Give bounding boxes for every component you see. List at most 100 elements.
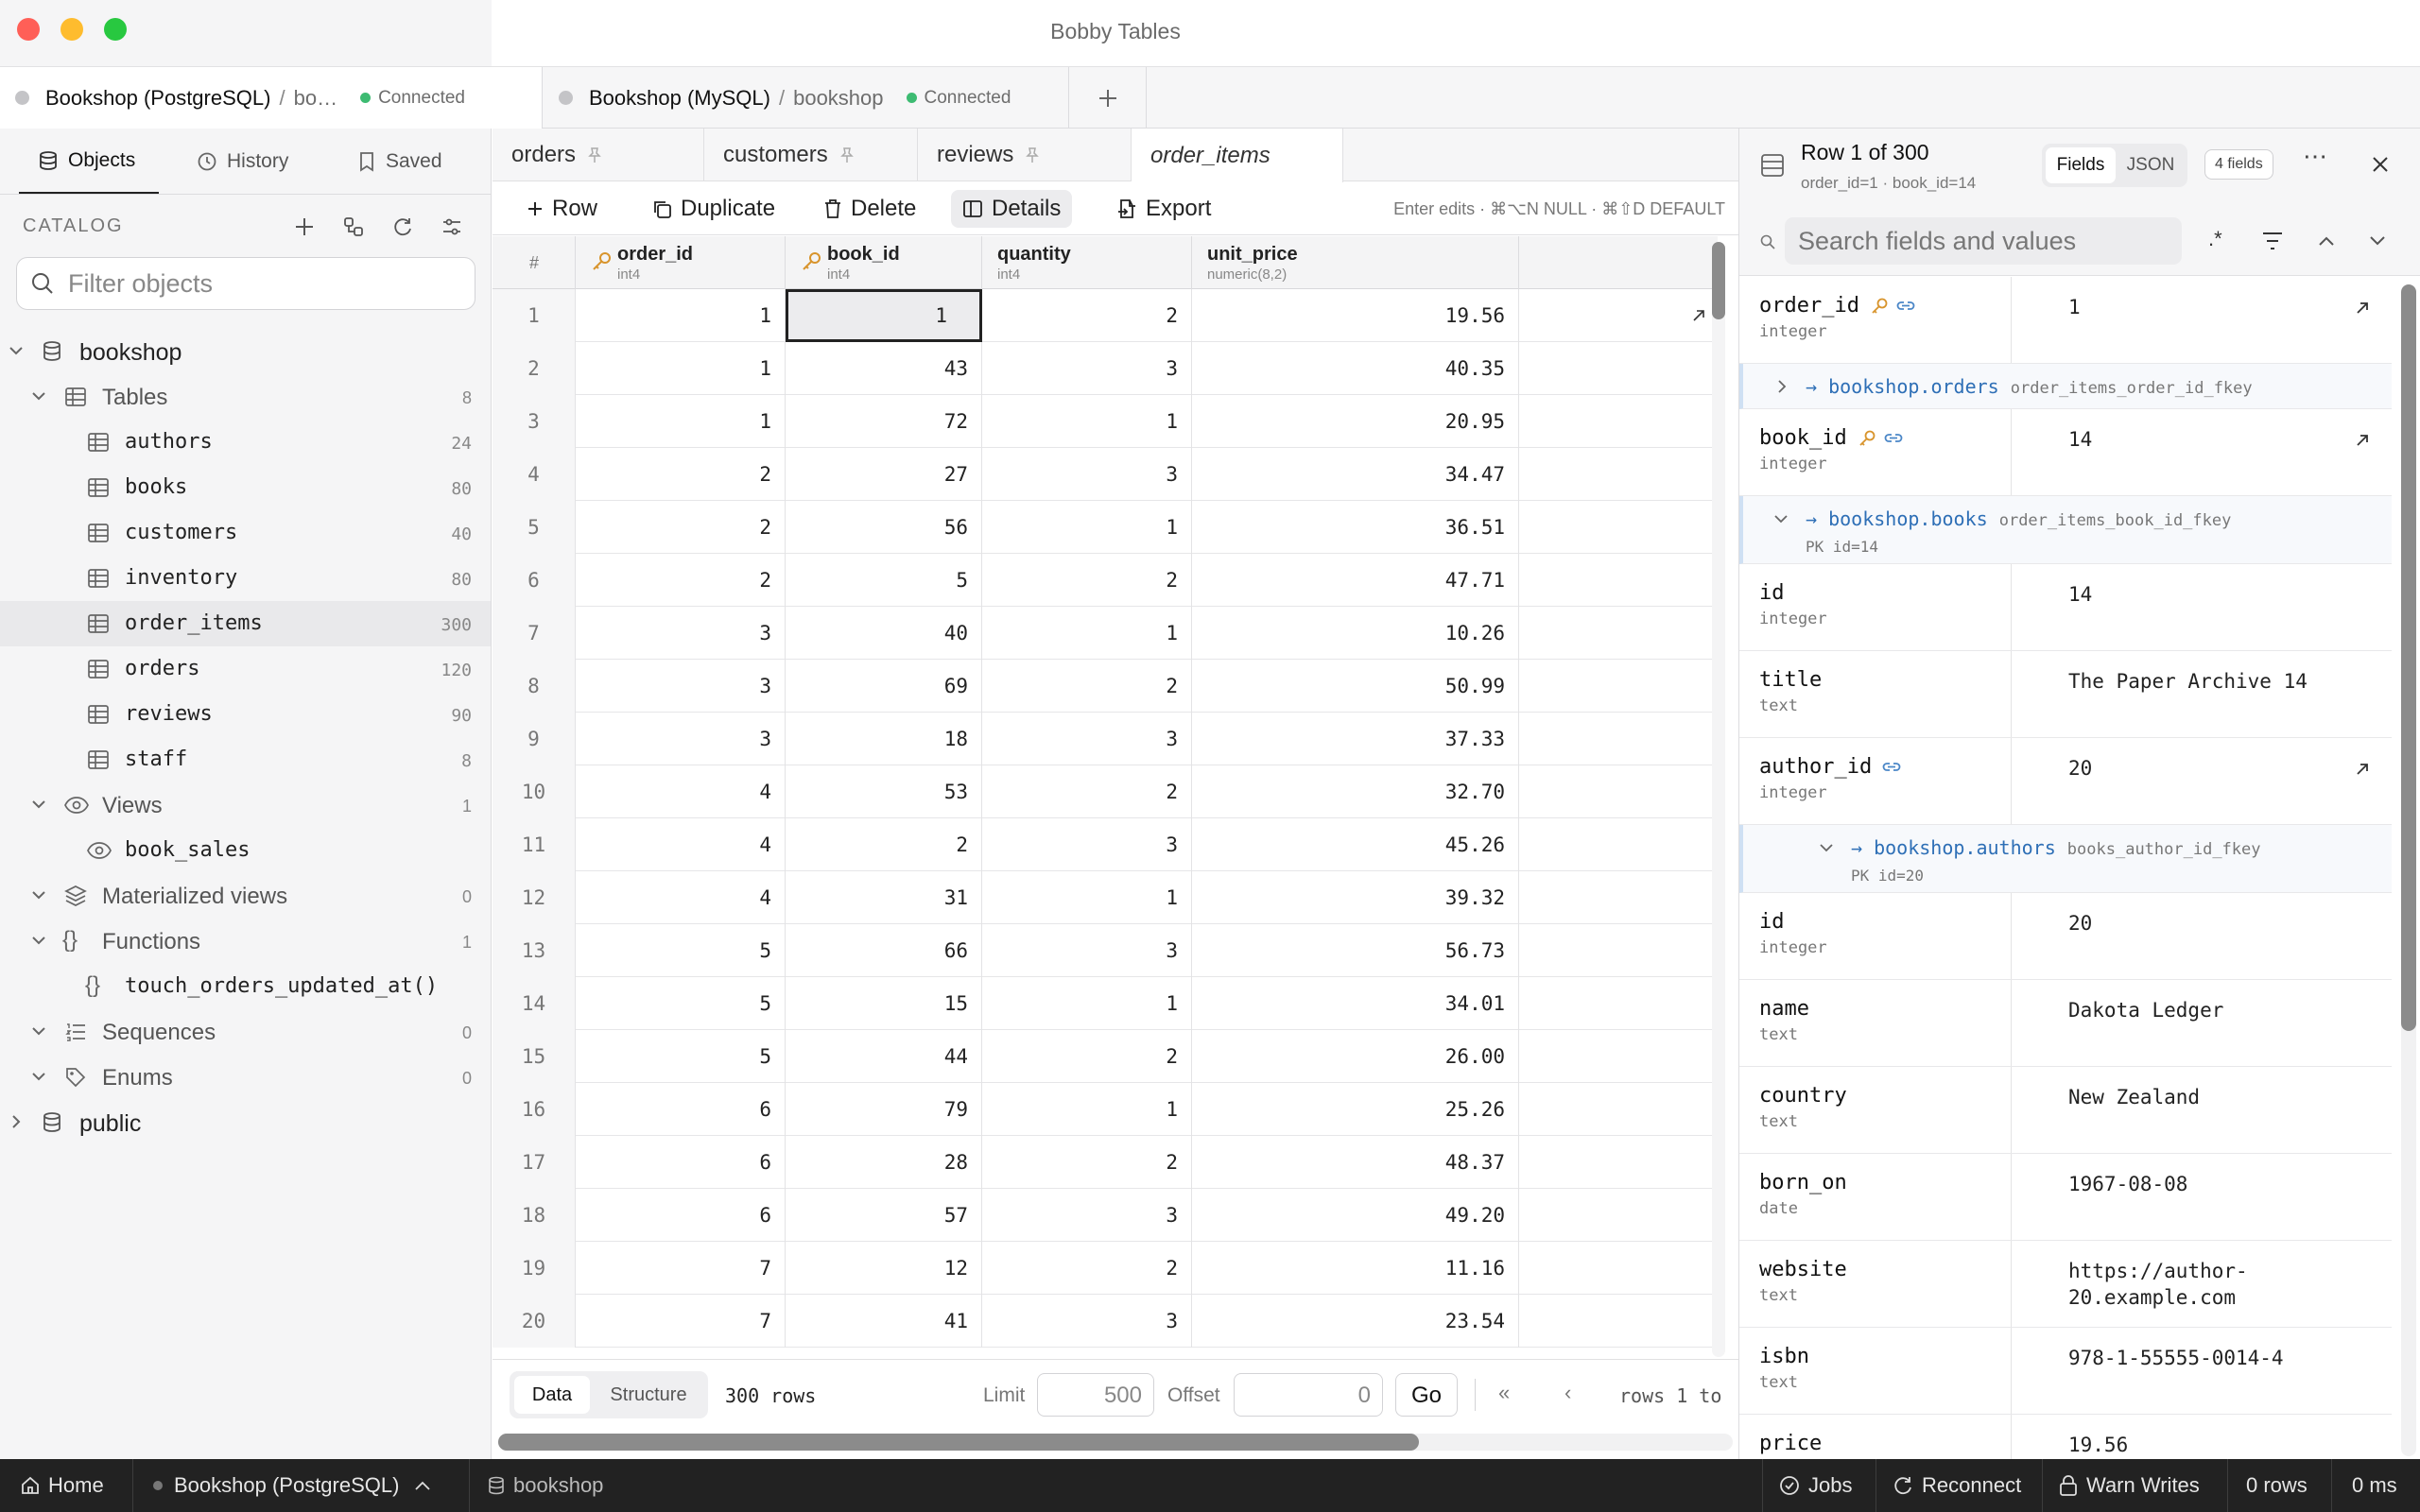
- grid-cell[interactable]: 79: [786, 1083, 982, 1136]
- tree-group-materialized-views[interactable]: Materialized views 0: [0, 873, 491, 919]
- table-row[interactable]: 6 2 5 2 47.71: [493, 554, 1718, 607]
- limit-input[interactable]: 500: [1037, 1373, 1154, 1417]
- chevron-down-icon[interactable]: [1773, 513, 1789, 526]
- field-value[interactable]: 978-1-55555-0014-4: [2068, 1345, 2352, 1371]
- grid-cell[interactable]: 1: [982, 1083, 1192, 1136]
- column-header-order-id[interactable]: order_id int4: [576, 236, 786, 289]
- grid-cell[interactable]: 3: [982, 924, 1192, 977]
- settings-sliders-icon[interactable]: [441, 215, 463, 238]
- field-row-order-id[interactable]: order_id integer 1: [1739, 277, 2392, 364]
- grid-cell[interactable]: 1: [982, 871, 1192, 924]
- add-icon[interactable]: [293, 215, 316, 238]
- more-options-icon[interactable]: ⋯: [2303, 142, 2327, 171]
- grid-cell[interactable]: 4: [576, 871, 786, 924]
- chevron-down-icon[interactable]: [30, 796, 47, 813]
- chevron-down-icon[interactable]: [1819, 842, 1834, 855]
- grid-cell[interactable]: 1: [982, 501, 1192, 554]
- add-row-button[interactable]: Row: [515, 190, 609, 228]
- refresh-icon[interactable]: [391, 215, 414, 238]
- grid-cell[interactable]: 4: [576, 818, 786, 871]
- field-value[interactable]: 20: [2068, 755, 2352, 782]
- grid-cell[interactable]: 45.26: [1192, 818, 1519, 871]
- grid-cell[interactable]: 41: [786, 1295, 982, 1348]
- details-scrollbar[interactable]: [2401, 284, 2416, 1456]
- data-tab[interactable]: Data: [514, 1376, 590, 1414]
- grid-cell[interactable]: 57: [786, 1189, 982, 1242]
- grid-cell[interactable]: 69: [786, 660, 982, 713]
- grid-cell[interactable]: 40.35: [1192, 342, 1519, 395]
- tree-group-views[interactable]: Views 1: [0, 782, 491, 828]
- grid-cell[interactable]: 3: [576, 607, 786, 660]
- grid-cell[interactable]: 5: [576, 977, 786, 1030]
- grid-cell-selected[interactable]: 1: [786, 289, 982, 342]
- grid-cell[interactable]: 6: [576, 1136, 786, 1189]
- grid-cell[interactable]: 2: [982, 289, 1192, 342]
- field-row-author-id[interactable]: author_id integer 20: [1739, 738, 2392, 825]
- grid-cell[interactable]: 3: [982, 818, 1192, 871]
- grid-cell[interactable]: 1: [576, 342, 786, 395]
- field-row-title[interactable]: title text The Paper Archive 14: [1739, 651, 2392, 738]
- grid-cell[interactable]: 34.47: [1192, 448, 1519, 501]
- fk-reference-books[interactable]: → bookshop.books order_items_book_id_fke…: [1739, 496, 2392, 564]
- tab-reviews[interactable]: reviews: [918, 129, 1132, 181]
- open-reference-icon[interactable]: [2354, 432, 2371, 449]
- chevron-down-icon[interactable]: [30, 1068, 47, 1085]
- grid-cell[interactable]: 7: [576, 1242, 786, 1295]
- previous-page-icon[interactable]: ‹: [1564, 1381, 1571, 1405]
- grid-cell[interactable]: 27: [786, 448, 982, 501]
- grid-cell[interactable]: 5: [786, 554, 982, 607]
- grid-cell[interactable]: 48.37: [1192, 1136, 1519, 1189]
- chevron-up-icon[interactable]: [2318, 234, 2335, 248]
- delete-button[interactable]: Delete: [812, 190, 927, 228]
- grid-cell[interactable]: 2: [576, 554, 786, 607]
- table-row[interactable]: 14 5 15 1 34.01: [493, 977, 1718, 1030]
- grid-cell[interactable]: 56: [786, 501, 982, 554]
- structure-tab[interactable]: Structure: [593, 1376, 704, 1414]
- grid-cell[interactable]: 53: [786, 765, 982, 818]
- field-value[interactable]: Dakota Ledger: [2068, 997, 2352, 1023]
- export-button[interactable]: Export: [1105, 190, 1222, 228]
- details-button[interactable]: Details: [951, 190, 1073, 228]
- horizontal-scrollbar[interactable]: [498, 1434, 1733, 1451]
- grid-cell[interactable]: 47.71: [1192, 554, 1519, 607]
- grid-cell[interactable]: 18: [786, 713, 982, 765]
- pin-icon[interactable]: [1025, 146, 1040, 163]
- grid-cell[interactable]: 20.95: [1192, 395, 1519, 448]
- grid-cell[interactable]: 31: [786, 871, 982, 924]
- grid-cell[interactable]: 2: [982, 1242, 1192, 1295]
- tree-table-order-items-selected[interactable]: order_items 300: [0, 601, 491, 646]
- grid-cell[interactable]: 39.32: [1192, 871, 1519, 924]
- grid-cell[interactable]: 1: [982, 395, 1192, 448]
- table-row[interactable]: 10 4 53 2 32.70: [493, 765, 1718, 818]
- field-row-author-id-ref[interactable]: id integer 20: [1739, 893, 2392, 980]
- vertical-scrollbar[interactable]: [1712, 242, 1725, 1357]
- grid-cell[interactable]: 6: [576, 1083, 786, 1136]
- column-header-book-id[interactable]: book_id int4: [786, 236, 982, 289]
- tree-table-inventory[interactable]: inventory 80: [0, 556, 491, 601]
- tree-group-enums[interactable]: Enums 0: [0, 1055, 491, 1100]
- tab-orders[interactable]: orders: [493, 129, 704, 181]
- table-row[interactable]: 2 1 43 3 40.35: [493, 342, 1718, 395]
- chevron-down-icon[interactable]: [2369, 234, 2386, 248]
- table-row[interactable]: 15 5 44 2 26.00: [493, 1030, 1718, 1083]
- grid-cell[interactable]: 3: [982, 448, 1192, 501]
- grid-cell[interactable]: 72: [786, 395, 982, 448]
- grid-cell[interactable]: 1: [576, 289, 786, 342]
- field-value[interactable]: 19.56: [2068, 1432, 2352, 1458]
- grid-cell[interactable]: 2: [982, 660, 1192, 713]
- grid-cell[interactable]: 1: [982, 977, 1192, 1030]
- tab-customers[interactable]: customers: [704, 129, 918, 181]
- duplicate-button[interactable]: Duplicate: [640, 190, 786, 228]
- field-value[interactable]: https://author-20.example.com: [2068, 1258, 2257, 1311]
- tree-table-orders[interactable]: orders 120: [0, 646, 491, 692]
- grid-cell[interactable]: 2: [576, 501, 786, 554]
- json-tab[interactable]: JSON: [2118, 147, 2184, 183]
- pin-icon[interactable]: [839, 146, 855, 163]
- open-reference-icon[interactable]: [2354, 761, 2371, 778]
- go-button[interactable]: Go: [1395, 1373, 1458, 1417]
- tree-view-book-sales[interactable]: book_sales: [0, 828, 491, 873]
- search-fields-input[interactable]: Search fields and values: [1785, 217, 2182, 265]
- table-row[interactable]: 12 4 31 1 39.32: [493, 871, 1718, 924]
- fields-tab[interactable]: Fields: [2046, 147, 2116, 183]
- tree-group-tables[interactable]: Tables 8: [0, 374, 491, 420]
